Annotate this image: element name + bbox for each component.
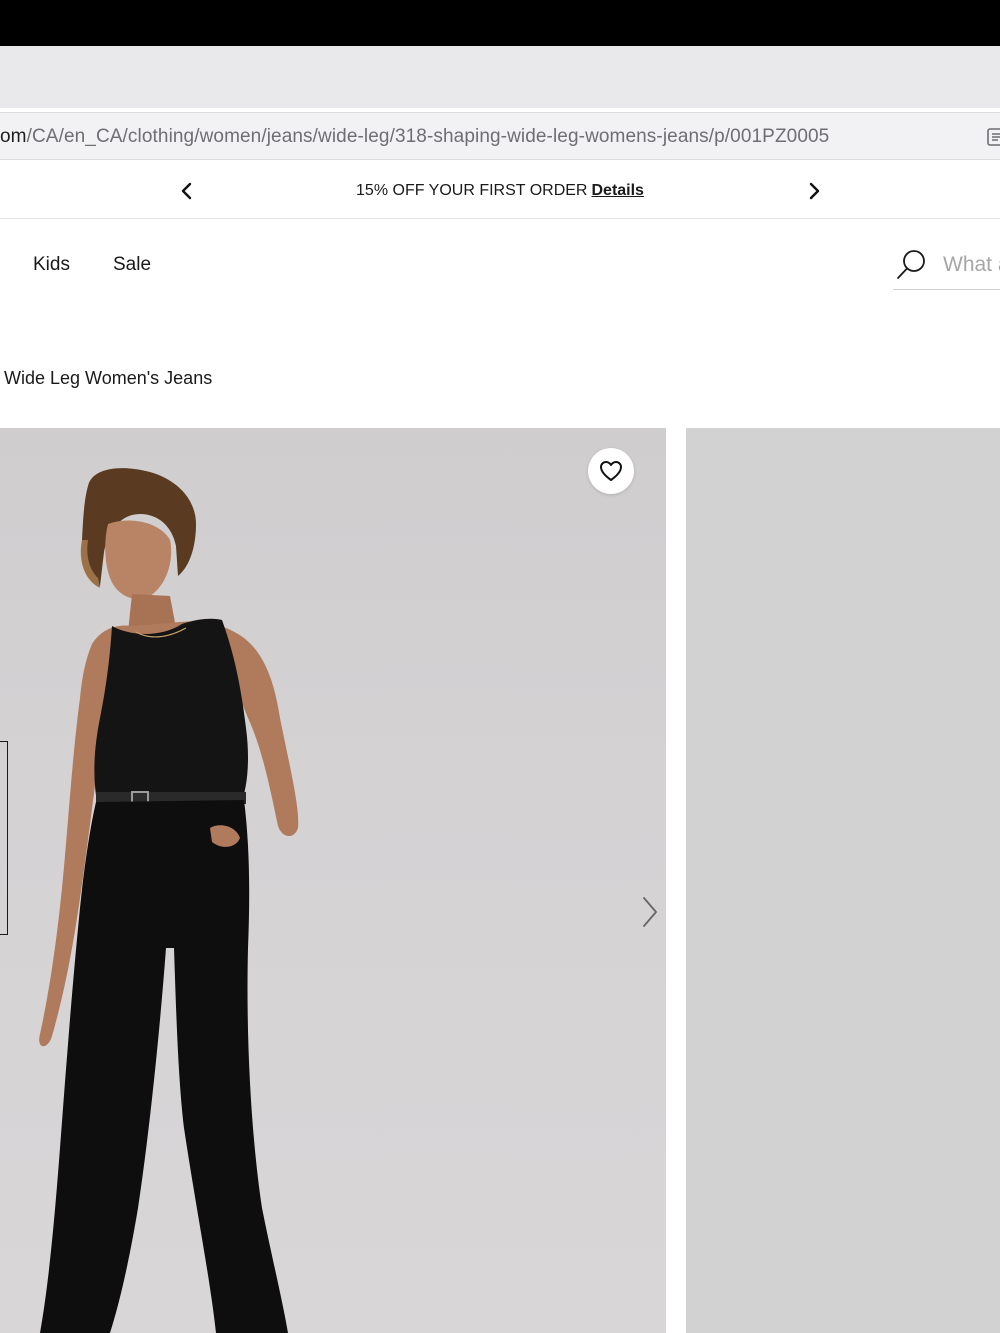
chevron-right-icon[interactable] xyxy=(803,178,825,204)
browser-tab-strip xyxy=(0,46,1000,108)
promo-details-link[interactable]: Details xyxy=(591,182,643,199)
search-bar xyxy=(893,242,1000,290)
url-path: /CA/en_CA/clothing/women/jeans/wide-leg/… xyxy=(26,126,830,147)
url-host: om xyxy=(0,126,27,147)
promo-message: 15% OFF YOUR FIRST ORDER Details xyxy=(0,162,1000,219)
product-title: Wide Leg Women's Jeans xyxy=(4,368,213,388)
nav-item-kids[interactable]: Kids xyxy=(33,254,70,276)
chevron-right-icon[interactable] xyxy=(638,894,662,930)
product-image-secondary[interactable] xyxy=(686,428,1000,1333)
search-input[interactable] xyxy=(943,250,1000,280)
promo-banner: 15% OFF YOUR FIRST ORDER Details xyxy=(0,162,1000,219)
browser-address-bar[interactable]: om/CA/en_CA/clothing/women/jeans/wide-le… xyxy=(0,112,1000,160)
nav-item-sale[interactable]: Sale xyxy=(113,254,151,276)
reader-icon[interactable] xyxy=(986,127,1000,147)
heart-icon xyxy=(600,461,622,481)
device-top-bezel xyxy=(0,0,1000,46)
url-text[interactable]: om/CA/en_CA/clothing/women/jeans/wide-le… xyxy=(0,113,829,161)
product-photo-model xyxy=(39,468,299,1333)
promo-text: 15% OFF YOUR FIRST ORDER xyxy=(356,182,588,199)
main-navigation: Kids Sale xyxy=(0,220,1000,310)
wishlist-button[interactable] xyxy=(588,448,634,494)
thumbnail-frame[interactable] xyxy=(0,741,8,935)
search-icon[interactable] xyxy=(895,248,927,282)
product-image-main[interactable] xyxy=(0,428,666,1333)
